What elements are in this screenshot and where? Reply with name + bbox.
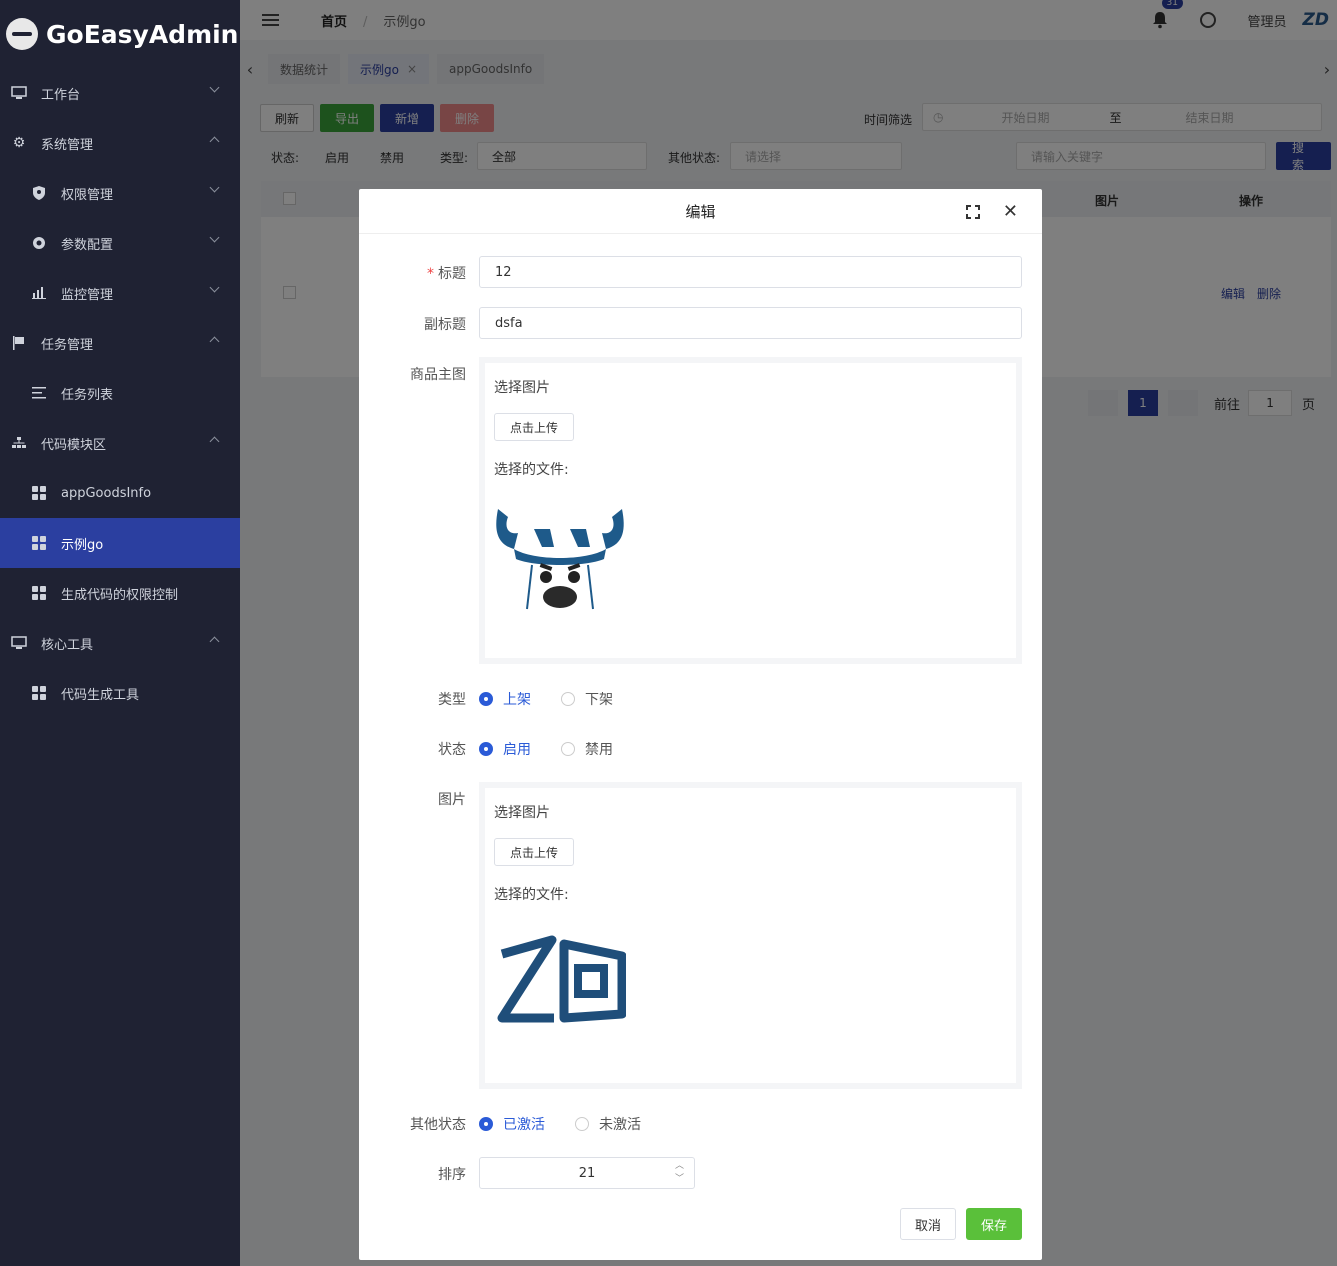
main-image-label: 商品主图 xyxy=(410,367,466,383)
grid-icon xyxy=(30,484,48,502)
sidebar-item-core-tools[interactable]: 核心工具 xyxy=(0,618,240,668)
sidebar-item-appgoodsinfo[interactable]: appGoodsInfo xyxy=(0,468,240,518)
selected-file-label: 选择的文件: xyxy=(494,462,569,478)
chevron-down-icon xyxy=(209,82,220,93)
logo-icon xyxy=(6,18,38,50)
upload-button[interactable]: 点击上传 xyxy=(494,838,574,866)
radio-dot xyxy=(575,1117,589,1131)
save-button[interactable]: 保存 xyxy=(966,1208,1022,1240)
monitor-icon xyxy=(10,634,28,652)
chevron-up-icon xyxy=(209,436,220,447)
dialog-title: 编辑 xyxy=(685,202,716,221)
radio-dot xyxy=(561,692,575,706)
dialog-header: 编辑 ✕ xyxy=(359,189,1042,234)
sidebar-item-label: 代码模块区 xyxy=(41,437,107,453)
chevron-down-icon xyxy=(209,182,220,193)
other-radio-activated[interactable]: 已激活 xyxy=(479,1114,545,1134)
sort-value: 21 xyxy=(578,1165,596,1181)
sidebar-item-label: 示例go xyxy=(61,537,104,553)
other-radio-inactive[interactable]: 未激活 xyxy=(575,1114,641,1134)
grid-icon xyxy=(30,584,48,602)
type-radio-group: 上架 下架 xyxy=(479,689,643,709)
sidebar-item-tasks[interactable]: 任务管理 xyxy=(0,318,240,368)
grid-icon xyxy=(30,534,48,552)
sidebar-item-label: appGoodsInfo xyxy=(61,485,152,501)
flag-icon xyxy=(10,334,28,352)
zd-logo-image xyxy=(494,934,1007,1030)
image-uploader: 选择图片 点击上传 选择的文件: xyxy=(479,782,1022,1089)
sidebar-item-gen-permission[interactable]: 生成代码的权限控制 xyxy=(0,568,240,618)
sidebar-item-label: 工作台 xyxy=(41,87,81,103)
sidebar-item-params[interactable]: 参数配置 xyxy=(0,218,240,268)
cancel-button[interactable]: 取消 xyxy=(900,1208,956,1240)
radio-dot xyxy=(561,742,575,756)
dot-circle-icon xyxy=(30,234,48,252)
chevron-up-icon xyxy=(209,336,220,347)
sidebar-item-label: 任务管理 xyxy=(41,337,94,353)
sidebar-item-label: 生成代码的权限控制 xyxy=(61,587,179,603)
deer-mascot-image xyxy=(494,499,1007,621)
edit-dialog: 编辑 ✕ * 标题 12 副标题 dsfa 商品主图 选择图片 点击上传 选择的文… xyxy=(359,189,1042,1260)
fullscreen-icon[interactable] xyxy=(966,205,980,219)
sidebar-item-permission[interactable]: 权限管理 xyxy=(0,168,240,218)
subtitle-label: 副标题 xyxy=(424,317,466,333)
status-radio-disabled[interactable]: 禁用 xyxy=(561,739,613,759)
status-label: 状态 xyxy=(438,742,466,758)
chevron-down-icon xyxy=(209,232,220,243)
sidebar-item-monitor[interactable]: 监控管理 xyxy=(0,268,240,318)
sidebar-item-label: 任务列表 xyxy=(61,387,114,403)
stepper-arrows[interactable]: ︿ ﹀ xyxy=(675,1160,684,1186)
other-status-radio-group: 已激活 未激活 xyxy=(479,1114,671,1134)
sort-number-input[interactable]: 21 ︿ ﹀ xyxy=(479,1157,695,1189)
type-label: 类型 xyxy=(438,692,466,708)
gear-icon: ⚙ xyxy=(12,135,26,151)
radio-dot xyxy=(479,1117,493,1131)
sidebar-item-label: 代码生成工具 xyxy=(61,687,140,703)
upload-button[interactable]: 点击上传 xyxy=(494,413,574,441)
sidebar-item-codegen[interactable]: 代码生成工具 xyxy=(0,668,240,718)
sidebar-item-label: 监控管理 xyxy=(61,287,114,303)
radio-dot xyxy=(479,742,493,756)
sidebar-item-label: 权限管理 xyxy=(61,187,114,203)
type-radio-off-shelf[interactable]: 下架 xyxy=(561,689,613,709)
bar-chart-icon xyxy=(30,284,48,302)
type-radio-on-shelf[interactable]: 上架 xyxy=(479,689,531,709)
app-logo[interactable]: GoEasyAdmin xyxy=(0,0,240,68)
chevron-up-icon: ︿ xyxy=(674,1161,684,1171)
shield-icon xyxy=(30,184,48,202)
grid-icon xyxy=(30,684,48,702)
list-icon xyxy=(30,384,48,402)
select-image-title: 选择图片 xyxy=(494,805,550,821)
other-status-label: 其他状态 xyxy=(410,1117,466,1133)
chevron-up-icon xyxy=(209,636,220,647)
subtitle-input[interactable]: dsfa xyxy=(479,307,1022,339)
main-image-uploader: 选择图片 点击上传 选择的文件: xyxy=(479,357,1022,664)
chevron-down-icon xyxy=(209,282,220,293)
sidebar-item-label: 参数配置 xyxy=(61,237,114,253)
image-label: 图片 xyxy=(438,792,466,808)
monitor-icon xyxy=(10,84,28,102)
sidebar-item-label: 系统管理 xyxy=(41,137,94,153)
status-radio-enabled[interactable]: 启用 xyxy=(479,739,531,759)
status-radio-group: 启用 禁用 xyxy=(479,739,643,759)
select-image-title: 选择图片 xyxy=(494,380,550,396)
close-icon[interactable]: ✕ xyxy=(1003,201,1018,222)
sidebar-item-task-list[interactable]: 任务列表 xyxy=(0,368,240,418)
app-name: GoEasyAdmin xyxy=(46,19,239,49)
chevron-down-icon: ﹀ xyxy=(674,1174,684,1184)
sidebar-item-workbench[interactable]: 工作台 xyxy=(0,68,240,118)
sidebar-item-label: 核心工具 xyxy=(41,637,94,653)
required-mark: * xyxy=(427,266,434,282)
title-label: * 标题 xyxy=(427,266,466,282)
sidebar-item-system[interactable]: ⚙ 系统管理 xyxy=(0,118,240,168)
radio-dot xyxy=(479,692,493,706)
title-input[interactable]: 12 xyxy=(479,256,1022,288)
sidebar-item-code-modules[interactable]: 代码模块区 xyxy=(0,418,240,468)
chevron-up-icon xyxy=(209,136,220,147)
selected-file-label: 选择的文件: xyxy=(494,887,569,903)
sidebar: GoEasyAdmin 工作台 ⚙ 系统管理 权限管理 参数配置 监控管理 任务… xyxy=(0,0,240,1266)
sort-label: 排序 xyxy=(438,1167,466,1183)
sidebar-item-example-go[interactable]: 示例go xyxy=(0,518,240,568)
sitemap-icon xyxy=(10,434,28,452)
